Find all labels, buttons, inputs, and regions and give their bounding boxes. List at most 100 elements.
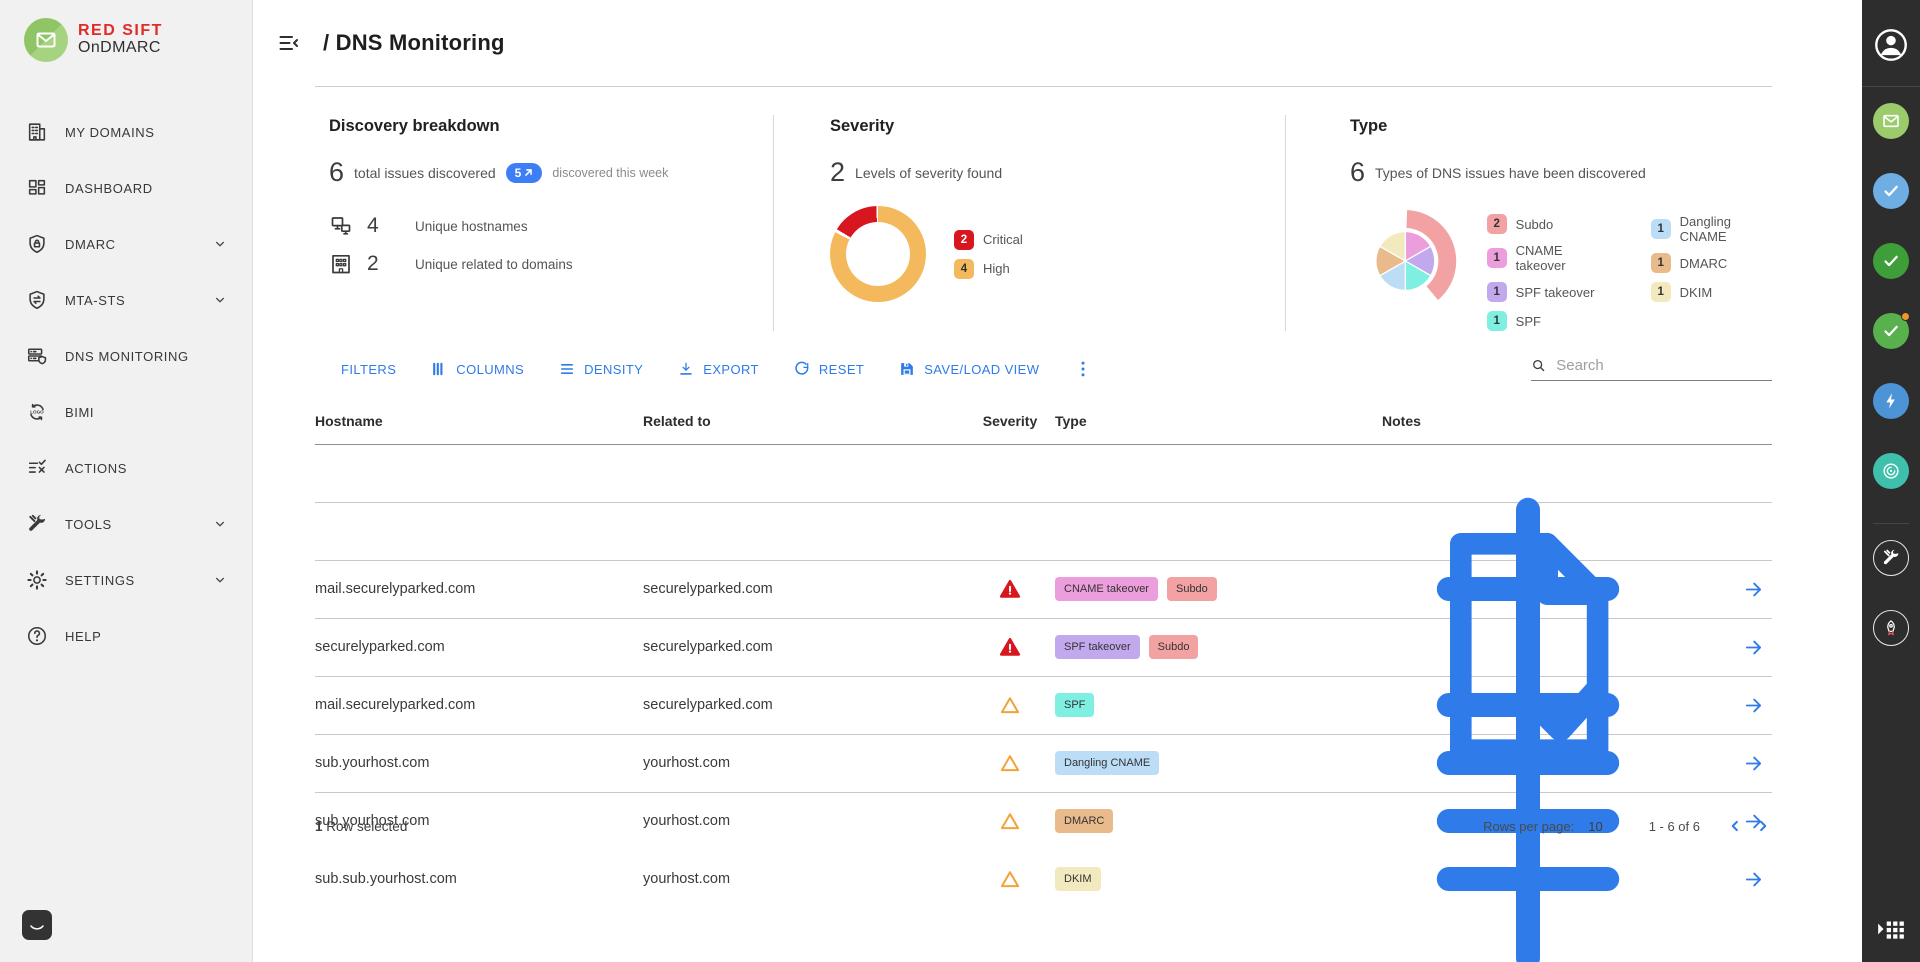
discovery-stat-value: 2 xyxy=(367,252,387,276)
more-options-button[interactable] xyxy=(1073,359,1093,379)
sidebar-item-dns-monitoring[interactable]: DNS MONITORING xyxy=(0,328,252,384)
columns-icon xyxy=(430,360,448,378)
sidebar-item-label: SETTINGS xyxy=(65,573,135,588)
type-count: 6 xyxy=(1350,157,1365,188)
legend-label: DKIM xyxy=(1680,285,1713,300)
type-legend-column-1: 2Subdo1CNAME takeover1SPF takeover1SPF xyxy=(1487,214,1607,331)
sidebar-collapse-button[interactable] xyxy=(277,31,301,55)
checklist-icon xyxy=(26,457,48,479)
add-note-icon[interactable] xyxy=(1384,735,1672,962)
app-check-green-button[interactable] xyxy=(1873,243,1909,279)
severity-card-title: Severity xyxy=(830,117,1285,136)
brand-logo[interactable]: RED SIFT OnDMARC xyxy=(0,18,252,62)
toolbar-reset-button[interactable]: RESET xyxy=(793,360,864,378)
arrow-right-icon[interactable] xyxy=(1743,695,1764,716)
column-header-hostname[interactable]: Hostname xyxy=(315,413,643,429)
cell-notes xyxy=(1382,735,1672,962)
severity-high-icon xyxy=(999,752,1021,774)
sidebar-item-dashboard[interactable]: DASHBOARD xyxy=(0,160,252,216)
apps-grid-button[interactable] xyxy=(1876,916,1906,942)
rows-per-page-select[interactable]: 10 xyxy=(1588,819,1620,834)
sidebar-item-settings[interactable]: SETTINGS xyxy=(0,552,252,608)
severity-high-icon xyxy=(999,810,1021,832)
dashboard-icon xyxy=(26,177,48,199)
envelope-icon xyxy=(1881,111,1901,131)
sidebar-item-dmarc[interactable]: DMARC xyxy=(0,216,252,272)
sidebar-item-label: DASHBOARD xyxy=(65,181,153,196)
type-pie-chart xyxy=(1350,202,1461,320)
toolbar-button-label: SAVE/LOAD VIEW xyxy=(924,362,1039,377)
app-check-blue-button[interactable] xyxy=(1873,173,1909,209)
legend-label: SPF xyxy=(1516,314,1541,329)
rail-divider xyxy=(1862,86,1920,87)
cell-type: SPF xyxy=(1055,693,1382,717)
sidebar-nav: MY DOMAINS DASHBOARD DMARC MTA-STSDNS MONIT… xyxy=(0,104,252,664)
severity-legend-item-critical: 2Critical xyxy=(954,230,1023,250)
rows-per-page-label: Rows per page: xyxy=(1483,819,1574,834)
pagination: Rows per page: 10 1 - 6 of 6 xyxy=(1483,817,1772,835)
next-page-button[interactable] xyxy=(1754,817,1772,835)
app-ondmarc-button[interactable] xyxy=(1873,103,1909,139)
arrow-right-icon[interactable] xyxy=(1743,869,1764,890)
table-row[interactable]: mail.securelyparked.comsecurelyparked.co… xyxy=(315,445,1772,503)
table-row[interactable]: securelyparked.comsecurelyparked.comSPF … xyxy=(315,503,1772,561)
dns-issues-table: HostnameRelated toSeverityTypeNotes mail… xyxy=(315,397,1772,793)
chat-widget-button[interactable] xyxy=(22,910,52,940)
notification-dot xyxy=(1901,312,1910,321)
search-input[interactable] xyxy=(1556,357,1772,374)
discovery-stat-unique-hostnames: 4Unique hostnames xyxy=(329,214,773,238)
previous-page-button[interactable] xyxy=(1726,817,1744,835)
type-legend-item-dangling-cname: 1Dangling CNAME xyxy=(1651,214,1772,244)
arrow-right-icon[interactable] xyxy=(1743,579,1764,600)
bolt-icon xyxy=(1881,391,1901,411)
severity-count: 2 xyxy=(830,157,845,188)
sidebar-item-tools[interactable]: TOOLS xyxy=(0,496,252,552)
cell-open-details xyxy=(1672,637,1772,658)
sidebar-item-my-domains[interactable]: MY DOMAINS xyxy=(0,104,252,160)
toolbar-density-button[interactable]: DENSITY xyxy=(558,360,643,378)
arrow-right-icon[interactable] xyxy=(1743,753,1764,774)
column-header-type[interactable]: Type xyxy=(1055,413,1382,429)
app-rocket-button[interactable] xyxy=(1873,610,1909,646)
sidebar-item-help[interactable]: HELP xyxy=(0,608,252,664)
type-chip-dmarc: DMARC xyxy=(1055,809,1113,833)
severity-legend: 2Critical 4High xyxy=(954,230,1023,279)
column-header-severity[interactable]: Severity xyxy=(965,413,1055,429)
severity-count-label: Levels of severity found xyxy=(855,165,1002,181)
app-bolt-button[interactable] xyxy=(1873,383,1909,419)
sidebar-item-label: DMARC xyxy=(65,237,116,252)
discovery-stat-unique-related-to-domains: 2Unique related to domains xyxy=(329,252,773,276)
type-chip-subdo: Subdo xyxy=(1167,577,1217,601)
left-sidebar: RED SIFT OnDMARC MY DOMAINS DASHBOARD DMAR… xyxy=(0,0,253,962)
toolbar-columns-button[interactable]: COLUMNS xyxy=(430,360,524,378)
arrow-right-icon[interactable] xyxy=(1743,637,1764,658)
sidebar-item-label: HELP xyxy=(65,629,101,644)
app-tools-button[interactable] xyxy=(1873,540,1909,576)
type-chip-dkim: DKIM xyxy=(1055,867,1101,891)
help-icon xyxy=(26,625,48,647)
severity-critical-icon xyxy=(999,636,1021,658)
page-range-text: 1 - 6 of 6 xyxy=(1649,819,1700,834)
domains-icon xyxy=(26,121,48,143)
app-check-green-notify-button[interactable] xyxy=(1873,313,1909,349)
radar-icon xyxy=(1881,461,1901,481)
rail-divider xyxy=(1873,523,1909,524)
hostnames-icon xyxy=(329,214,353,238)
table-header-row: HostnameRelated toSeverityTypeNotes xyxy=(315,397,1772,445)
sidebar-item-actions[interactable]: ACTIONS xyxy=(0,440,252,496)
toolbar-export-button[interactable]: EXPORT xyxy=(677,360,759,378)
app-radar-button[interactable] xyxy=(1873,453,1909,489)
sidebar-item-mta-sts[interactable]: MTA-STS xyxy=(0,272,252,328)
app-switcher-rail xyxy=(1862,0,1920,962)
cell-severity xyxy=(965,868,1055,890)
sidebar-item-bimi[interactable]: LOGOBIMI xyxy=(0,384,252,440)
column-header-related-to[interactable]: Related to xyxy=(643,413,965,429)
legend-value-chip: 2 xyxy=(1487,214,1507,234)
toolbar-filters-button[interactable]: FILTERS xyxy=(315,360,396,378)
toolbar-save-load-view-button[interactable]: SAVE/LOAD VIEW xyxy=(898,360,1039,378)
cell-hostname: sub.sub.yourhost.com xyxy=(315,871,643,887)
severity-legend-item-high: 4High xyxy=(954,259,1023,279)
toolbar-button-label: FILTERS xyxy=(341,362,396,377)
user-avatar-button[interactable] xyxy=(1872,26,1910,64)
column-header-notes[interactable]: Notes xyxy=(1382,413,1672,429)
